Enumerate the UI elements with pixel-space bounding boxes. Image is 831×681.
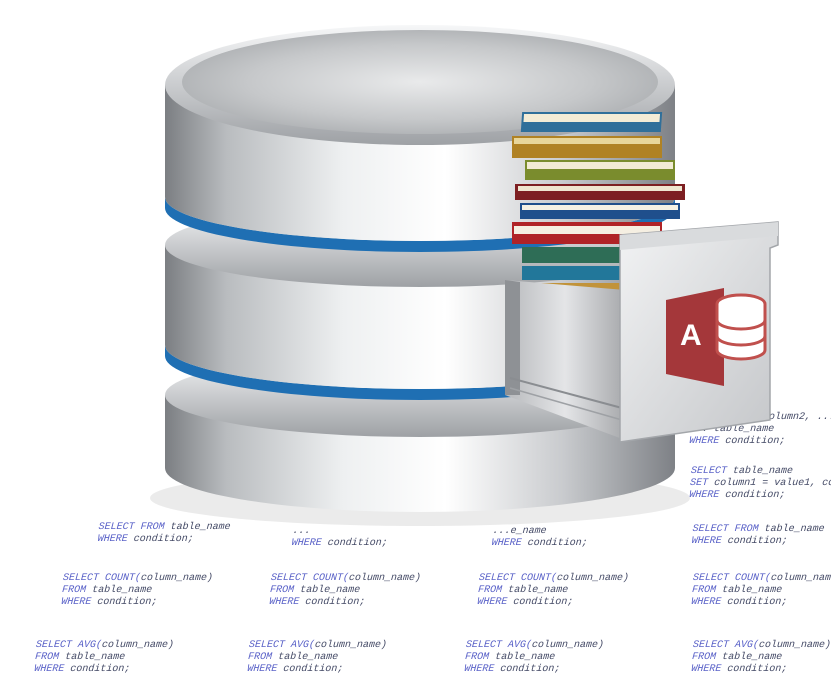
- logo-letter: A: [680, 319, 702, 352]
- database-illustration: A: [150, 25, 779, 526]
